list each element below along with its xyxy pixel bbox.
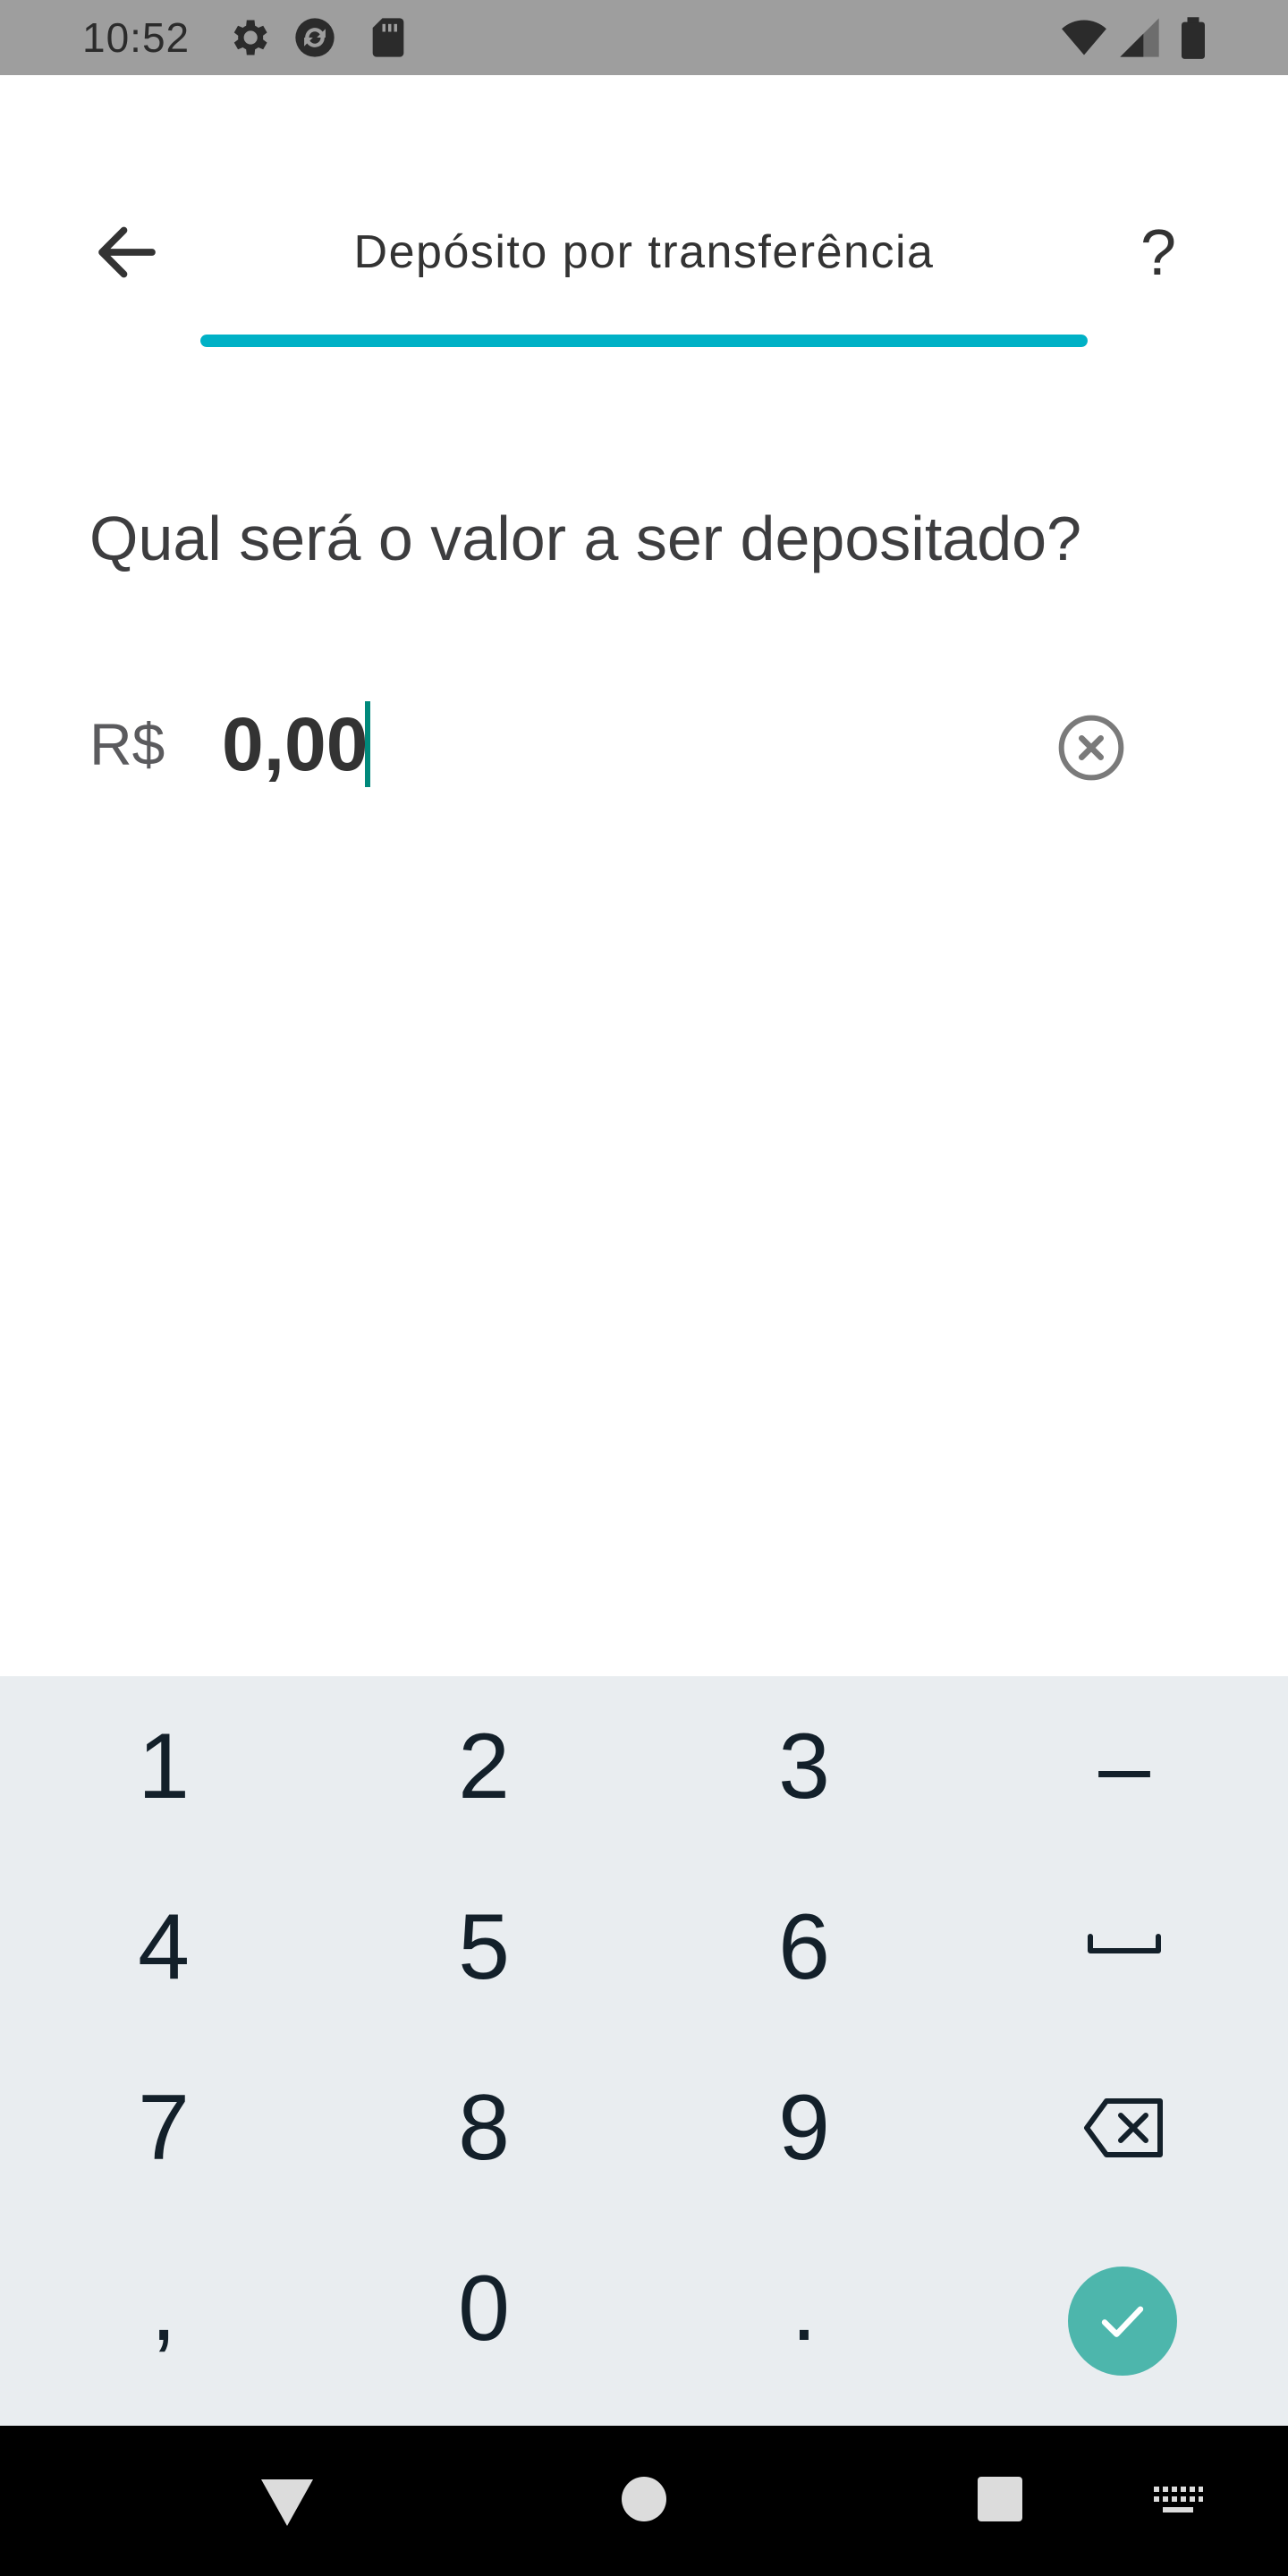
key-comma[interactable]: , <box>4 2218 324 2399</box>
backspace-icon <box>1084 2098 1163 2157</box>
amount-question: Qual será o valor a ser depositado? <box>89 504 1081 573</box>
battery-icon <box>1182 17 1205 59</box>
settings-icon <box>233 20 267 55</box>
back-triangle-icon[interactable] <box>259 2478 315 2528</box>
progress-bar <box>200 335 1088 347</box>
key-8[interactable]: 8 <box>324 2038 644 2218</box>
signal-icon <box>1120 18 1159 57</box>
back-arrow-icon[interactable] <box>89 215 165 290</box>
numeric-keypad: 1 2 3 – 4 5 6 7 8 9 , 0 . <box>0 1676 1288 2426</box>
space-icon <box>1088 1934 1161 1953</box>
key-6[interactable]: 6 <box>644 1857 964 2038</box>
key-9[interactable]: 9 <box>644 2038 964 2218</box>
currency-label: R$ <box>89 711 165 777</box>
clear-icon[interactable] <box>1055 712 1127 784</box>
sd-card-icon <box>372 18 404 57</box>
key-backspace[interactable] <box>964 2038 1284 2218</box>
key-period[interactable]: . <box>644 2218 964 2399</box>
progress-fill <box>200 335 1088 347</box>
key-4[interactable]: 4 <box>4 1857 324 2038</box>
status-time: 10:52 <box>82 14 191 61</box>
key-3[interactable]: 3 <box>644 1676 964 1857</box>
sync-icon <box>295 18 335 57</box>
key-1[interactable]: 1 <box>4 1676 324 1857</box>
key-7[interactable]: 7 <box>4 2038 324 2218</box>
page-title: Depósito por transferência <box>353 226 935 278</box>
key-5[interactable]: 5 <box>324 1857 644 2038</box>
help-button[interactable]: ? <box>1118 213 1199 293</box>
home-circle-icon[interactable] <box>621 2476 667 2522</box>
status-bar: 10:52 <box>0 0 1288 75</box>
key-minus[interactable]: – <box>964 1676 1284 1857</box>
system-nav-bar <box>0 2426 1288 2576</box>
key-space[interactable] <box>964 1857 1284 2038</box>
key-2[interactable]: 2 <box>324 1676 644 1857</box>
check-icon <box>1101 2306 1144 2337</box>
confirm-button[interactable] <box>1068 2267 1177 2376</box>
text-caret <box>365 701 370 787</box>
recents-square-icon[interactable] <box>977 2476 1023 2522</box>
keyboard-icon[interactable] <box>1152 2485 1204 2517</box>
key-0[interactable]: 0 <box>324 2218 644 2399</box>
amount-input[interactable] <box>222 699 1027 789</box>
wifi-icon <box>1062 20 1106 55</box>
